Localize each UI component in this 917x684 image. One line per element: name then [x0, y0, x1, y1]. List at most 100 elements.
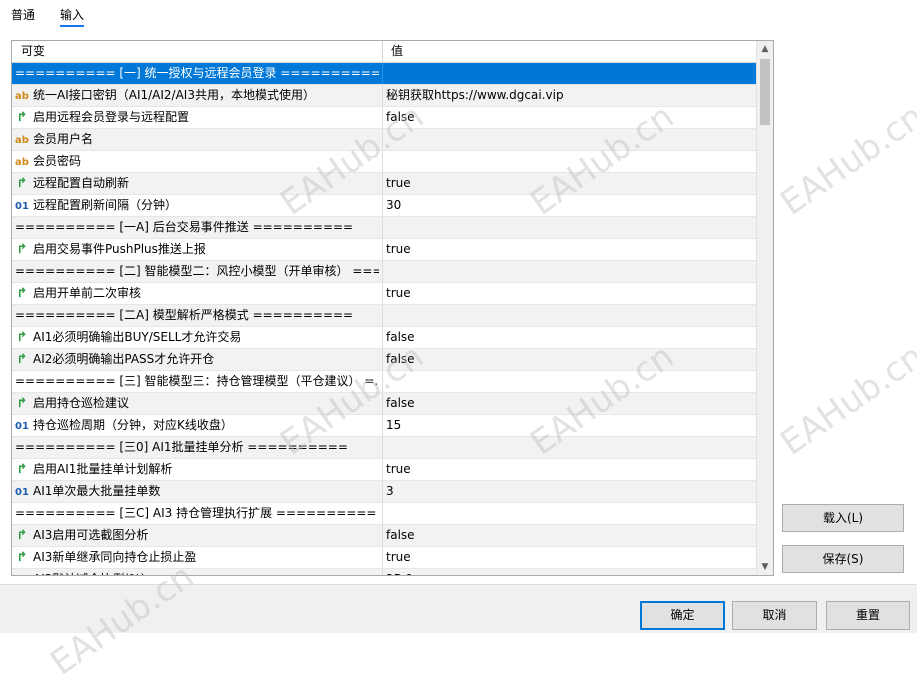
row-name-cell: 01 持仓巡检周期（分钟，对应K线收盘）	[15, 415, 379, 436]
column-separator	[382, 217, 383, 238]
row-value-cell[interactable]: 15	[386, 415, 401, 436]
load-button[interactable]: 载入(L)	[782, 504, 904, 532]
column-separator	[382, 151, 383, 172]
row-value-cell[interactable]: 3	[386, 481, 394, 502]
section-header-row[interactable]: ========== [三] 智能模型三：持仓管理模型（平仓建议） =...	[12, 371, 756, 393]
save-button[interactable]: 保存(S)	[782, 545, 904, 573]
column-separator	[382, 393, 383, 414]
column-separator	[382, 547, 383, 568]
string-ab-icon: ab	[15, 157, 29, 168]
input-row[interactable]: ↱ 启用持仓巡检建议 false	[12, 393, 756, 415]
row-value-cell[interactable]: true	[386, 173, 411, 194]
row-name-cell: ↱ 远程配置自动刷新	[15, 173, 379, 194]
section-header-row[interactable]: ========== [一A] 后台交易事件推送 ==========	[12, 217, 756, 239]
section-header-row[interactable]: ========== [一] 统一授权与远程会员登录 ==========	[12, 63, 756, 85]
row-name-cell: 01 远程配置刷新间隔（分钟）	[15, 195, 379, 216]
bool-arrow-icon: ↱	[16, 462, 28, 477]
row-value-cell[interactable]: true	[386, 459, 411, 480]
bool-arrow-icon: ↱	[16, 110, 28, 125]
input-row[interactable]: ↱ 启用AI1批量挂单计划解析 true	[12, 459, 756, 481]
row-name-cell: ↱ 启用持仓巡检建议	[15, 393, 379, 414]
row-value-cell[interactable]: true	[386, 547, 411, 568]
input-row[interactable]: ab 统一AI接口密钥（AI1/AI2/AI3共用，本地模式使用） 秘钥获取http…	[12, 85, 756, 107]
column-separator	[382, 85, 383, 106]
row-name-label: ========== [二A] 模型解析严格模式 ==========	[15, 308, 354, 322]
section-header-row[interactable]: ========== [二A] 模型解析严格模式 ==========	[12, 305, 756, 327]
row-value-cell[interactable]: 30	[386, 195, 401, 216]
row-name-cell: ========== [二] 智能模型二：风控小模型（开单审核） ===...	[15, 261, 379, 282]
input-row[interactable]: ab 会员密码	[12, 151, 756, 173]
input-row[interactable]: ↱ 启用交易事件PushPlus推送上报 true	[12, 239, 756, 261]
row-value-cell[interactable]: 秘钥获取https://www.dgcai.vip	[386, 85, 564, 106]
input-row[interactable]: ↱ AI3新单继承同向持仓止损止盈 true	[12, 547, 756, 569]
column-separator	[382, 371, 383, 392]
row-name-cell: 01 AI1单次最大批量挂单数	[15, 481, 379, 502]
watermark-logo: EAHub.cn	[773, 96, 917, 224]
row-name-cell: ab 统一AI接口密钥（AI1/AI2/AI3共用，本地模式使用）	[15, 85, 379, 106]
row-name-label: 启用远程会员登录与远程配置	[33, 110, 190, 124]
row-name-cell: ↱ 启用远程会员登录与远程配置	[15, 107, 379, 128]
section-header-row[interactable]: ========== [三0] AI1批量挂单分析 ==========	[12, 437, 756, 459]
input-row[interactable]: 01 AI1单次最大批量挂单数 3	[12, 481, 756, 503]
row-name-cell: ========== [三C] AI3 持仓管理执行扩展 ==========	[15, 503, 379, 524]
column-separator	[382, 525, 383, 546]
row-value-cell[interactable]: false	[386, 327, 415, 348]
row-name-label: 启用AI1批量挂单计划解析	[33, 462, 173, 476]
input-row[interactable]: ↱ AI3启用可选截图分析 false	[12, 525, 756, 547]
row-value-cell[interactable]: false	[386, 393, 415, 414]
row-value-cell[interactable]: false	[386, 525, 415, 546]
column-separator	[382, 173, 383, 194]
input-row[interactable]: 01 远程配置刷新间隔（分钟） 30	[12, 195, 756, 217]
header-variable[interactable]: 可变	[21, 41, 45, 62]
scroll-thumb[interactable]	[760, 59, 770, 125]
input-row[interactable]: ab 会员用户名	[12, 129, 756, 151]
input-row[interactable]: ↱ 启用远程会员登录与远程配置 false	[12, 107, 756, 129]
ok-button[interactable]: 确定	[640, 601, 725, 630]
bool-arrow-icon: ↱	[16, 176, 28, 191]
reset-button[interactable]: 重置	[826, 601, 910, 630]
input-row[interactable]: ↱ 远程配置自动刷新 true	[12, 173, 756, 195]
scroll-up-icon[interactable]: ▲	[757, 41, 773, 57]
input-row[interactable]: ½ AI3默认减仓比例(%) 25.0	[12, 569, 756, 575]
column-separator	[382, 349, 383, 370]
row-value-cell[interactable]: true	[386, 283, 411, 304]
row-value-cell[interactable]: true	[386, 239, 411, 260]
double-half-icon: ½	[15, 569, 29, 575]
row-name-cell: ========== [一A] 后台交易事件推送 ==========	[15, 217, 379, 238]
header-value[interactable]: 值	[391, 41, 403, 62]
input-row[interactable]: ↱ AI2必须明确输出PASS才允许开仓 false	[12, 349, 756, 371]
row-name-label: ========== [二] 智能模型二：风控小模型（开单审核） ===...	[15, 264, 379, 278]
input-row[interactable]: 01 持仓巡检周期（分钟，对应K线收盘） 15	[12, 415, 756, 437]
inputs-grid[interactable]: 可变 值 ========== [一] 统一授权与远程会员登录 ========…	[11, 40, 774, 576]
input-row[interactable]: ↱ 启用开单前二次审核 true	[12, 283, 756, 305]
column-separator	[382, 195, 383, 216]
column-separator	[382, 503, 383, 524]
tab-inputs[interactable]: 输入	[60, 6, 84, 23]
string-ab-icon: ab	[15, 91, 29, 102]
column-separator	[382, 129, 383, 150]
section-header-row[interactable]: ========== [三C] AI3 持仓管理执行扩展 ==========	[12, 503, 756, 525]
vertical-scrollbar[interactable]: ▲ ▼	[756, 41, 773, 575]
section-header-row[interactable]: ========== [二] 智能模型二：风控小模型（开单审核） ===...	[12, 261, 756, 283]
header-separator[interactable]	[382, 41, 383, 62]
row-name-label: AI2必须明确输出PASS才允许开仓	[33, 352, 215, 366]
tab-common[interactable]: 普通	[11, 6, 35, 23]
row-value-cell[interactable]: false	[386, 349, 415, 370]
row-value-cell[interactable]: 25.0	[386, 569, 413, 575]
string-ab-icon: ab	[15, 135, 29, 146]
row-name-cell: ↱ AI2必须明确输出PASS才允许开仓	[15, 349, 379, 370]
row-name-cell: ↱ AI3启用可选截图分析	[15, 525, 379, 546]
row-name-label: 远程配置自动刷新	[33, 176, 130, 190]
column-separator	[382, 283, 383, 304]
row-name-cell: ↱ 启用交易事件PushPlus推送上报	[15, 239, 379, 260]
column-separator	[382, 481, 383, 502]
scroll-down-icon[interactable]: ▼	[757, 559, 773, 575]
bool-arrow-icon: ↱	[16, 286, 28, 301]
dialog-footer: 确定 取消 重置	[0, 584, 917, 633]
input-row[interactable]: ↱ AI1必须明确输出BUY/SELL才允许交易 false	[12, 327, 756, 349]
row-name-label: 持仓巡检周期（分钟，对应K线收盘）	[33, 418, 233, 432]
cancel-button[interactable]: 取消	[732, 601, 817, 630]
row-name-cell: ab 会员密码	[15, 151, 379, 172]
row-name-label: 会员密码	[33, 154, 82, 168]
row-value-cell[interactable]: false	[386, 107, 415, 128]
